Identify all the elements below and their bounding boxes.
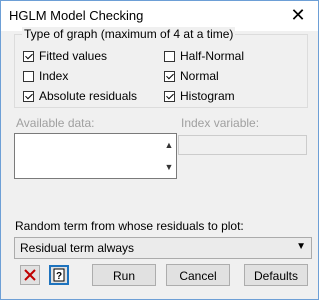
checkbox-label: Histogram xyxy=(180,89,235,103)
window-title: HGLM Model Checking xyxy=(9,8,144,23)
defaults-button[interactable]: Defaults xyxy=(244,264,308,286)
checkbox-box[interactable] xyxy=(23,70,34,82)
checkbox-label: Absolute residuals xyxy=(39,89,138,103)
checkbox-label: Fitted values xyxy=(39,49,108,63)
random-term-value: Residual term always xyxy=(20,241,135,255)
index-variable-field xyxy=(178,135,307,155)
checkbox-fitted-values[interactable]: Fitted values xyxy=(23,49,107,63)
checkbox-absolute-residuals[interactable]: Absolute residuals xyxy=(23,89,137,103)
checkbox-label: Half-Normal xyxy=(180,49,245,63)
run-button[interactable]: Run xyxy=(92,264,156,286)
svg-text:?: ? xyxy=(56,271,62,282)
help-button[interactable]: ? xyxy=(49,265,69,285)
cancel-button[interactable]: Cancel xyxy=(166,264,230,286)
help-question-icon: ? xyxy=(53,268,65,282)
index-variable-label: Index variable: xyxy=(181,116,260,130)
available-data-label: Available data: xyxy=(16,116,95,130)
scroll-up-icon[interactable]: ▲ xyxy=(164,140,174,150)
checkbox-histogram[interactable]: Histogram xyxy=(164,89,235,103)
checkbox-label: Index xyxy=(39,69,69,83)
chevron-down-icon: ▼ xyxy=(296,241,306,252)
random-term-select[interactable]: Residual term always ▼ xyxy=(14,237,312,259)
dialog-window: HGLM Model Checking ✕ Type of graph (max… xyxy=(0,0,319,300)
checkbox-half-normal[interactable]: Half-Normal xyxy=(164,49,244,63)
close-window-button[interactable]: ✕ xyxy=(284,4,312,26)
available-data-list[interactable]: ▲ ▼ xyxy=(14,133,177,179)
checkbox-label: Normal xyxy=(180,69,219,83)
random-term-label: Random term from whose residuals to plot… xyxy=(15,219,244,233)
checkbox-normal[interactable]: Normal xyxy=(164,69,219,83)
checkbox-box[interactable] xyxy=(164,50,175,62)
checkbox-box[interactable] xyxy=(164,90,175,102)
checkbox-index[interactable]: Index xyxy=(23,69,68,83)
checkbox-box[interactable] xyxy=(164,70,175,82)
graph-type-legend: Type of graph (maximum of 4 at a time) xyxy=(22,27,236,41)
close-red-x-icon xyxy=(24,269,36,281)
clear-button[interactable] xyxy=(20,265,40,285)
scroll-down-icon[interactable]: ▼ xyxy=(164,162,174,172)
checkbox-box[interactable] xyxy=(23,50,34,62)
checkbox-box[interactable] xyxy=(23,90,34,102)
